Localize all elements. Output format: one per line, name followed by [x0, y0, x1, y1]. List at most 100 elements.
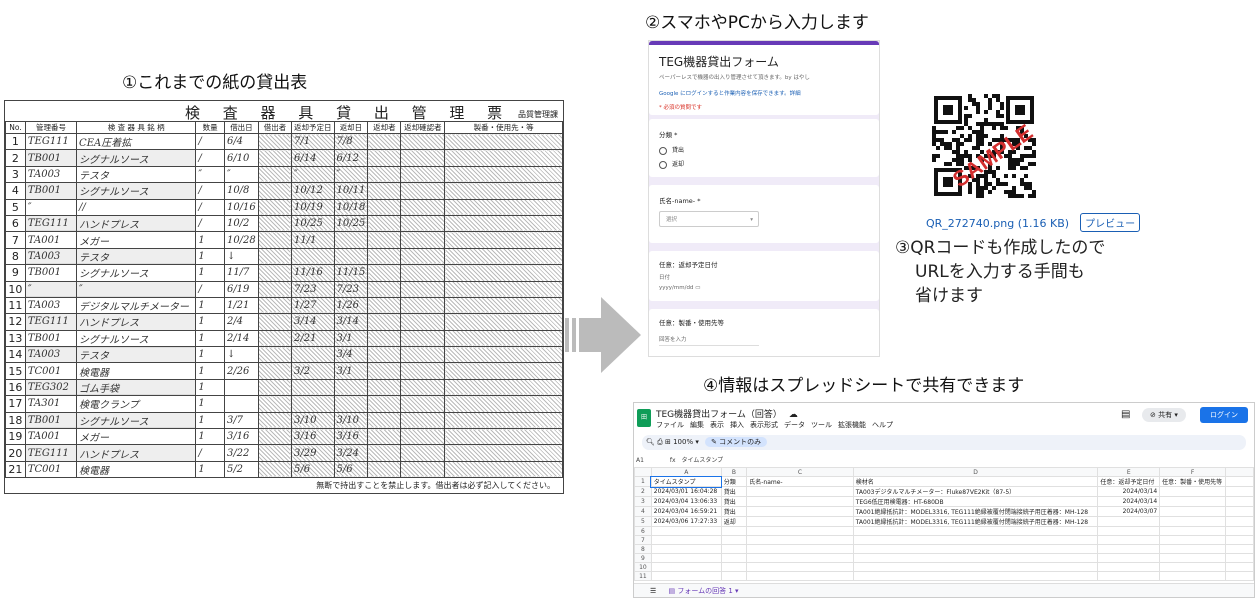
sheet-cell[interactable]: 2024/03/07: [1097, 506, 1161, 517]
row-number[interactable]: 7: [634, 535, 652, 545]
column-letter[interactable]: F: [1159, 467, 1227, 477]
sheet-cell[interactable]: [720, 544, 748, 554]
usage-input[interactable]: 回答を入力: [659, 335, 759, 346]
sheet-cell[interactable]: [1159, 526, 1227, 536]
sheet-cell[interactable]: 2024/03/14: [1097, 486, 1161, 497]
sheet-cell[interactable]: [852, 535, 1099, 545]
sheet-menu-item[interactable]: 編集: [690, 421, 704, 429]
sheet-cell[interactable]: [650, 562, 722, 572]
qr-file-link[interactable]: QR_272740.png (1.16 KB): [926, 217, 1069, 230]
radio-option-lend[interactable]: 貸出: [659, 145, 684, 155]
sheet-cell[interactable]: 貸出: [720, 486, 748, 497]
sheet-cell[interactable]: 2024/03/14: [1097, 496, 1161, 507]
sheet-menu-item[interactable]: 拡張機能: [838, 421, 866, 429]
sheet-cell[interactable]: [1097, 562, 1161, 572]
sheet-cell[interactable]: [746, 535, 854, 545]
sheet-cell[interactable]: [1159, 516, 1227, 527]
row-number[interactable]: 3: [634, 496, 652, 507]
sheet-cell[interactable]: [1097, 516, 1161, 527]
sheet-cell[interactable]: 貸出: [720, 506, 748, 517]
sheet-cell[interactable]: [746, 496, 854, 507]
sheet-cell[interactable]: [1159, 496, 1227, 507]
sheet-cell[interactable]: TA001絶縁抵抗計：MODEL3316, TEG111絶縁被覆付閉端接続子用圧…: [852, 516, 1099, 527]
sheet-cell[interactable]: 2024/03/01 16:04:28: [650, 486, 722, 497]
comment-only-button[interactable]: ✎ コメントのみ: [705, 437, 768, 447]
sheet-cell[interactable]: [1097, 526, 1161, 536]
sheet-cell[interactable]: [746, 506, 854, 517]
sheet-cell[interactable]: [852, 526, 1099, 536]
name-select[interactable]: 選択 ▾: [659, 211, 759, 227]
sheet-cell[interactable]: [746, 553, 854, 563]
sheet-cell[interactable]: 検材名: [852, 476, 1099, 487]
sheet-cell[interactable]: [650, 571, 722, 581]
date-input[interactable]: yyyy/mm/dd ▭: [659, 285, 700, 291]
sheet-cell[interactable]: [746, 486, 854, 497]
sheet-cell[interactable]: [1097, 535, 1161, 545]
sheet-cell[interactable]: [720, 526, 748, 536]
sheet-cell[interactable]: [1159, 544, 1227, 554]
formula-value[interactable]: タイムスタンプ: [681, 457, 723, 464]
sheet-cell[interactable]: [720, 562, 748, 572]
sheet-cell[interactable]: [1097, 544, 1161, 554]
sheet-cell[interactable]: [746, 516, 854, 527]
sheet-cell[interactable]: 返却: [720, 516, 748, 527]
column-letter[interactable]: D: [852, 467, 1099, 477]
search-icon[interactable]: 🔍︎: [646, 438, 655, 446]
sheet-menu-item[interactable]: ヘルプ: [872, 421, 893, 429]
row-number[interactable]: 11: [634, 571, 652, 581]
sheet-cell[interactable]: [852, 571, 1099, 581]
radio-option-return[interactable]: 返却: [659, 159, 684, 169]
sheet-cell[interactable]: 氏名-name-: [746, 476, 854, 487]
sheet-cell[interactable]: [1159, 562, 1227, 572]
sheet-cell[interactable]: 分類: [720, 476, 748, 487]
sheet-cell[interactable]: TEG6低圧用検電器：HT-680DB: [852, 496, 1099, 507]
row-number[interactable]: 2: [634, 486, 652, 497]
sheet-cell[interactable]: 任意：製番・使用先等: [1159, 476, 1227, 487]
column-letter[interactable]: E: [1097, 467, 1161, 477]
share-button[interactable]: ⊘ 共有 ▾: [1142, 408, 1186, 422]
sheet-cell[interactable]: [1159, 553, 1227, 563]
comment-history-icon[interactable]: ▤: [1121, 409, 1130, 420]
login-button[interactable]: ログイン: [1200, 407, 1248, 423]
row-number[interactable]: 9: [634, 553, 652, 563]
sheet-cell[interactable]: TA003デジタルマルチメーター：Fluke87VE2Kit（87-5）: [852, 486, 1099, 497]
sheet-menu-item[interactable]: 挿入: [730, 421, 744, 429]
row-number[interactable]: 5: [634, 516, 652, 527]
sheet-cell[interactable]: [852, 553, 1099, 563]
row-number[interactable]: 10: [634, 562, 652, 572]
sheet-tab[interactable]: ▤ フォームの回答 1 ▾: [669, 587, 739, 595]
row-number[interactable]: 1: [634, 476, 652, 487]
sheet-cell[interactable]: [650, 553, 722, 563]
sheet-cell[interactable]: [746, 562, 854, 572]
sheet-menu-item[interactable]: 表示形式: [750, 421, 778, 429]
sheet-cell[interactable]: [746, 526, 854, 536]
sheet-cell[interactable]: 2024/03/06 17:27:33: [650, 516, 722, 527]
sheet-menu-item[interactable]: ファイル: [656, 421, 684, 429]
sheet-cell[interactable]: [650, 526, 722, 536]
sheet-cell[interactable]: 任意：返却予定日付: [1097, 476, 1161, 487]
sheet-cell[interactable]: [1097, 553, 1161, 563]
print-icon[interactable]: ⎙: [657, 438, 663, 446]
sheet-cell[interactable]: [852, 544, 1099, 554]
sheet-cell[interactable]: [720, 553, 748, 563]
sheet-cell[interactable]: [720, 571, 748, 581]
sheet-cell[interactable]: [746, 544, 854, 554]
filter-icon[interactable]: ⊞: [665, 438, 671, 446]
sheet-cell[interactable]: [650, 535, 722, 545]
sheet-cell[interactable]: [1159, 535, 1227, 545]
sheet-cell[interactable]: [1159, 486, 1227, 497]
sheet-cell[interactable]: [746, 571, 854, 581]
sheet-cell[interactable]: [1159, 506, 1227, 517]
all-sheets-icon[interactable]: ☰: [650, 587, 656, 595]
sheet-cell[interactable]: 2024/03/04 13:06:33: [650, 496, 722, 507]
sheet-cell[interactable]: タイムスタンプ: [650, 475, 723, 488]
sheet-menu-item[interactable]: 表示: [710, 421, 724, 429]
sheet-cell[interactable]: TA001絶縁抵抗計：MODEL3316, TEG111絶縁被覆付閉端接続子用圧…: [852, 506, 1099, 517]
row-number[interactable]: 4: [634, 506, 652, 517]
column-letter[interactable]: B: [720, 467, 748, 477]
sheet-cell[interactable]: [1159, 571, 1227, 581]
column-letter[interactable]: C: [746, 467, 854, 477]
sheet-cell[interactable]: [852, 562, 1099, 572]
sheet-cell[interactable]: [720, 535, 748, 545]
form-login-note[interactable]: Google にログインすると作業内容を保存できます。詳細: [659, 89, 801, 97]
